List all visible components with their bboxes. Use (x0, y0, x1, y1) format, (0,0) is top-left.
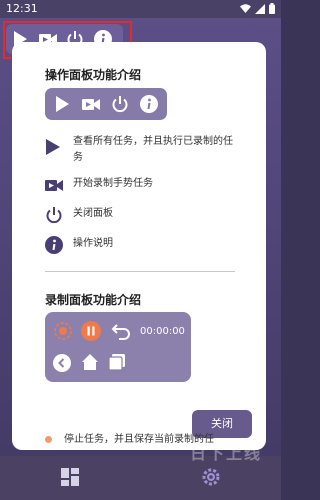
status-time: 12:31 (6, 2, 38, 15)
dashboard-icon[interactable] (61, 468, 79, 490)
video-record-icon (45, 176, 63, 200)
back-icon (53, 354, 71, 376)
feature-text: 操作说明 (73, 238, 113, 249)
status-bar: 12:31 (0, 0, 281, 18)
recent-apps-icon (108, 354, 125, 374)
feature-text: 开始录制手势任务 (73, 178, 153, 189)
undo-icon (111, 322, 131, 344)
watermark: 日下上线 (190, 444, 263, 463)
info-icon (140, 95, 158, 117)
feature-text: 关闭面板 (73, 208, 113, 219)
record-timer: 00:00:00 (140, 326, 185, 337)
pause-record-icon (81, 321, 101, 345)
wifi-icon (240, 4, 251, 13)
home-icon (81, 353, 99, 375)
play-icon (45, 138, 61, 162)
power-icon (111, 95, 129, 117)
record-target-icon (53, 321, 73, 345)
battery-icon (269, 3, 275, 14)
settings-icon[interactable] (202, 468, 220, 490)
feature-item-stop: 停止任务，并且保存当前录制的任 (45, 430, 214, 450)
video-record-icon (82, 95, 100, 117)
divider (45, 271, 235, 272)
intro-dialog: 操作面板功能介绍 查看所有任务，并且执行已录制的任务 开始录制手势任务 关闭面板 (12, 42, 266, 450)
section-title-operation-panel: 操作面板功能介绍 (45, 68, 142, 82)
operation-panel-demo (45, 88, 167, 120)
section-title-record-panel: 录制面板功能介绍 (45, 293, 142, 307)
power-icon (45, 206, 63, 230)
feature-text: 查看所有任务，并且执行已录制的任务 (73, 136, 233, 163)
play-icon (54, 95, 70, 117)
signal-icon (255, 3, 265, 14)
record-panel-demo: 00:00:00 (45, 312, 191, 382)
stop-record-icon (45, 435, 52, 443)
info-icon (45, 236, 63, 260)
